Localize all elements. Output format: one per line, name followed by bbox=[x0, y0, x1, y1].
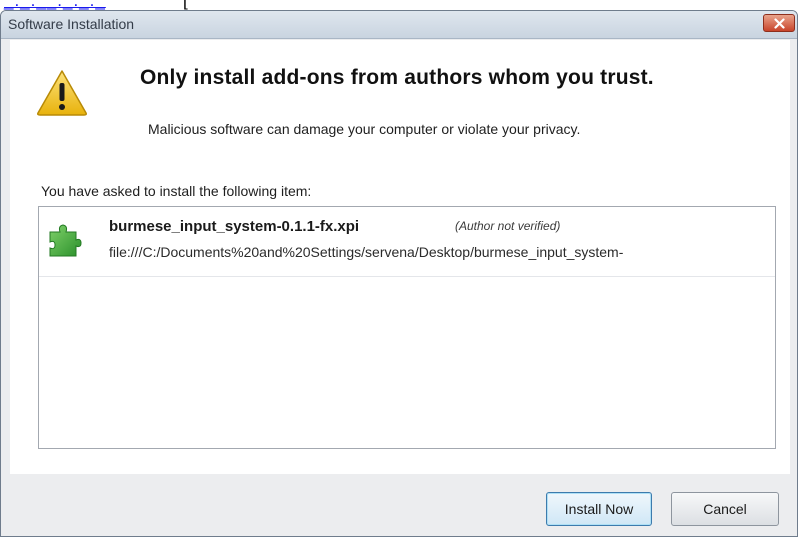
dialog-footer: Install Now Cancel bbox=[1, 474, 797, 536]
install-items-list[interactable]: burmese_input_system-0.1.1-fx.xpi (Autho… bbox=[38, 206, 776, 449]
software-installation-dialog: Software Installation Only install add-o… bbox=[0, 10, 798, 537]
install-items-panel: You have asked to install the following … bbox=[10, 174, 790, 474]
close-button[interactable] bbox=[763, 14, 795, 32]
puzzle-piece-icon bbox=[49, 224, 82, 257]
warning-description: Malicious software can damage your compu… bbox=[148, 121, 581, 137]
list-item[interactable]: burmese_input_system-0.1.1-fx.xpi (Autho… bbox=[39, 207, 775, 277]
title-bar[interactable]: Software Installation bbox=[1, 11, 797, 39]
cancel-button[interactable]: Cancel bbox=[671, 492, 779, 526]
screen: _._.__._._._ [ Software Installation Onl… bbox=[0, 0, 798, 537]
install-prompt-label: You have asked to install the following … bbox=[41, 183, 312, 199]
author-not-verified-note: (Author not verified) bbox=[455, 219, 561, 233]
warning-triangle-icon bbox=[37, 70, 87, 116]
close-icon bbox=[773, 17, 785, 29]
warning-header: Only install add-ons from authors whom y… bbox=[10, 40, 790, 174]
install-now-button[interactable]: Install Now bbox=[546, 492, 652, 526]
warning-headline: Only install add-ons from authors whom y… bbox=[140, 66, 654, 89]
window-title: Software Installation bbox=[8, 16, 135, 32]
addon-file-url: file:///C:/Documents%20and%20Settings/se… bbox=[109, 244, 624, 260]
addon-filename: burmese_input_system-0.1.1-fx.xpi bbox=[109, 218, 360, 235]
